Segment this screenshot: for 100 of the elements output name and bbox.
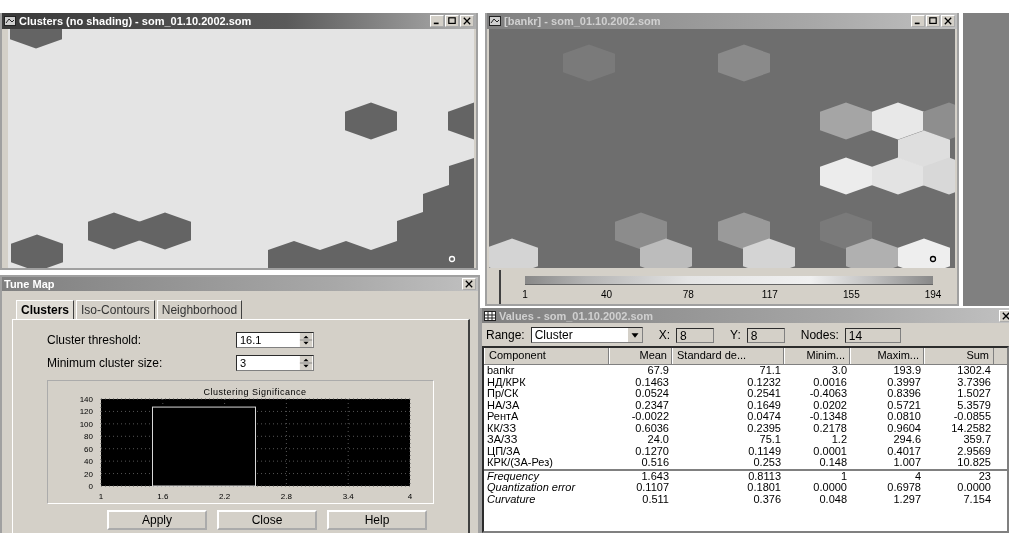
spin-arrows-icon	[299, 355, 313, 370]
table-cell-text: 193.9	[892, 365, 922, 377]
close-button[interactable]	[460, 15, 474, 27]
table-cell-text: 0.1649	[746, 399, 782, 411]
table-cell-text: 10.825	[956, 457, 992, 469]
field-label: Minimum cluster size:	[47, 355, 164, 370]
table-cell-text: Пр/СК	[486, 388, 519, 400]
axis-tick-label: 140	[79, 395, 93, 404]
table-cell-text: 0.048	[818, 493, 848, 505]
table-cell-text: 0.0202	[812, 399, 848, 411]
scale-tick-label: 1	[522, 289, 528, 300]
column-header[interactable]: Sum	[924, 348, 994, 364]
table-cell-text: 67.9	[646, 365, 670, 377]
axis-tick-label: 3.4	[342, 492, 354, 501]
table-cell-text: 0.8396	[886, 388, 922, 400]
table-cell-text: 0.6978	[886, 482, 922, 494]
table-cell-text: 0.1149	[747, 445, 782, 457]
column-header[interactable]: Minim...	[784, 348, 850, 364]
window-title: Values - som_01.10.2002.som	[499, 309, 655, 322]
table-cell-text: 0.0000	[812, 482, 848, 494]
table-cell-text: 0.0001	[812, 445, 848, 457]
axis-tick-label: 120	[79, 407, 93, 417]
range-dropdown[interactable]: Cluster	[530, 327, 643, 343]
tab[interactable]: Neighborhood	[156, 300, 243, 319]
axis-tick-label: 1.6	[157, 492, 169, 501]
table-cell-text: 0.1801	[746, 482, 782, 494]
table-cell-text: 0.8113	[747, 470, 782, 482]
dialog-button[interactable]: Close	[217, 510, 317, 530]
column-header[interactable]: Maxim...	[850, 348, 924, 364]
table-cell-text: 0.1270	[634, 445, 670, 457]
table-cell-text: 0.9604	[886, 422, 922, 434]
dialog-button[interactable]: Help	[327, 510, 427, 530]
scale-tick-label: 155	[843, 289, 860, 300]
table-cell-text: 0.0474	[746, 411, 782, 423]
spin-field[interactable]: 16.1	[236, 331, 314, 348]
field-label: Range:	[486, 328, 525, 342]
x-field[interactable]: 8	[676, 327, 715, 343]
axis-tick-label: 2.8	[280, 492, 292, 501]
table-icon	[484, 310, 496, 321]
table-cell-text: -0.1348	[808, 411, 848, 423]
table-cell-text: РентА	[486, 411, 520, 423]
table-cell-text: 3.7396	[956, 376, 992, 388]
nodes-field[interactable]: 14	[844, 327, 901, 343]
y-field[interactable]: 8	[746, 327, 785, 343]
table-cell-text: 0.2347	[634, 399, 670, 411]
table-cell-text: 0.0524	[634, 388, 670, 400]
window-title: Clusters (no shading) - som_01.10.2002.som	[19, 15, 253, 27]
window-title: [bankr] - som_01.10.2002.som	[504, 15, 662, 27]
table-cell-text: 71.1	[758, 365, 782, 377]
table-cell-text: 0.376	[752, 493, 782, 505]
table-cell-text: 23	[977, 470, 992, 482]
table-cell-text: 0.1463	[634, 376, 670, 388]
column-header[interactable]: Component	[484, 348, 609, 364]
axis-tick-label: 4	[407, 492, 413, 501]
table-cell-text: Frequency	[486, 470, 541, 482]
maximize-button[interactable]	[445, 15, 459, 27]
tab[interactable]: Clusters	[16, 300, 75, 319]
spin-field[interactable]: 3	[236, 354, 314, 371]
column-header[interactable]: Standard de...	[672, 348, 784, 364]
table-cell-text: 14.2582	[950, 422, 992, 434]
table-cell-text: 2.9569	[956, 445, 992, 457]
table-cell-text: 1302.4	[956, 365, 992, 377]
table-cell-text: 1.643	[640, 470, 670, 482]
table-cell-text: 0.0810	[886, 411, 922, 423]
table-cell-text: 1.2	[830, 434, 848, 446]
table-cell-text: КК/ЗЗ	[486, 422, 518, 434]
dialog-button[interactable]: Apply	[107, 510, 207, 530]
axis-tick-label: 0	[88, 482, 93, 491]
minimize-button[interactable]	[430, 15, 444, 27]
table-cell-text: 359.7	[962, 434, 992, 446]
table-cell-text: -0.0855	[952, 411, 992, 423]
table-cell-text: 1.297	[892, 493, 922, 505]
table-cell-text: ЗА/ЗЗ	[486, 434, 519, 446]
field-label: Nodes:	[800, 328, 839, 342]
table-cell-text: НД/КРК	[486, 376, 527, 388]
table-cell-text: Quantization error	[486, 482, 577, 494]
field-label: X:	[658, 328, 671, 342]
scale-tick-label: 40	[601, 289, 613, 300]
table-cell-text: 5.3579	[956, 399, 992, 411]
table-cell-text: 294.6	[892, 434, 922, 446]
dialog-title: Tune Map	[4, 278, 56, 290]
axis-tick-label: 2.2	[219, 492, 231, 501]
table-cell-text: 3.0	[830, 365, 848, 377]
tab[interactable]: Iso-Contours	[76, 300, 155, 319]
table-cell-text: 75.1	[758, 434, 782, 446]
table-cell-text: 0.6036	[634, 422, 670, 434]
field-label: Cluster threshold:	[47, 332, 143, 347]
table-cell-text: 1	[839, 470, 848, 482]
table-cell-text: 0.1107	[635, 482, 670, 494]
table-cell-text: 0.516	[640, 457, 670, 469]
table-cell-text: 0.511	[641, 493, 670, 505]
table-cell-text: bankr	[486, 365, 516, 377]
chart-title: Clustering Significance	[203, 387, 307, 397]
table-cell-text: 0.2541	[746, 388, 782, 400]
field-label: Y:	[730, 328, 741, 342]
column-header[interactable]: Mean	[609, 348, 672, 364]
table-cell-text: 0.2395	[746, 422, 782, 434]
table-cell-text: Curvature	[486, 493, 536, 505]
table-cell-text: 0.0000	[956, 482, 992, 494]
window-icon	[489, 16, 501, 26]
